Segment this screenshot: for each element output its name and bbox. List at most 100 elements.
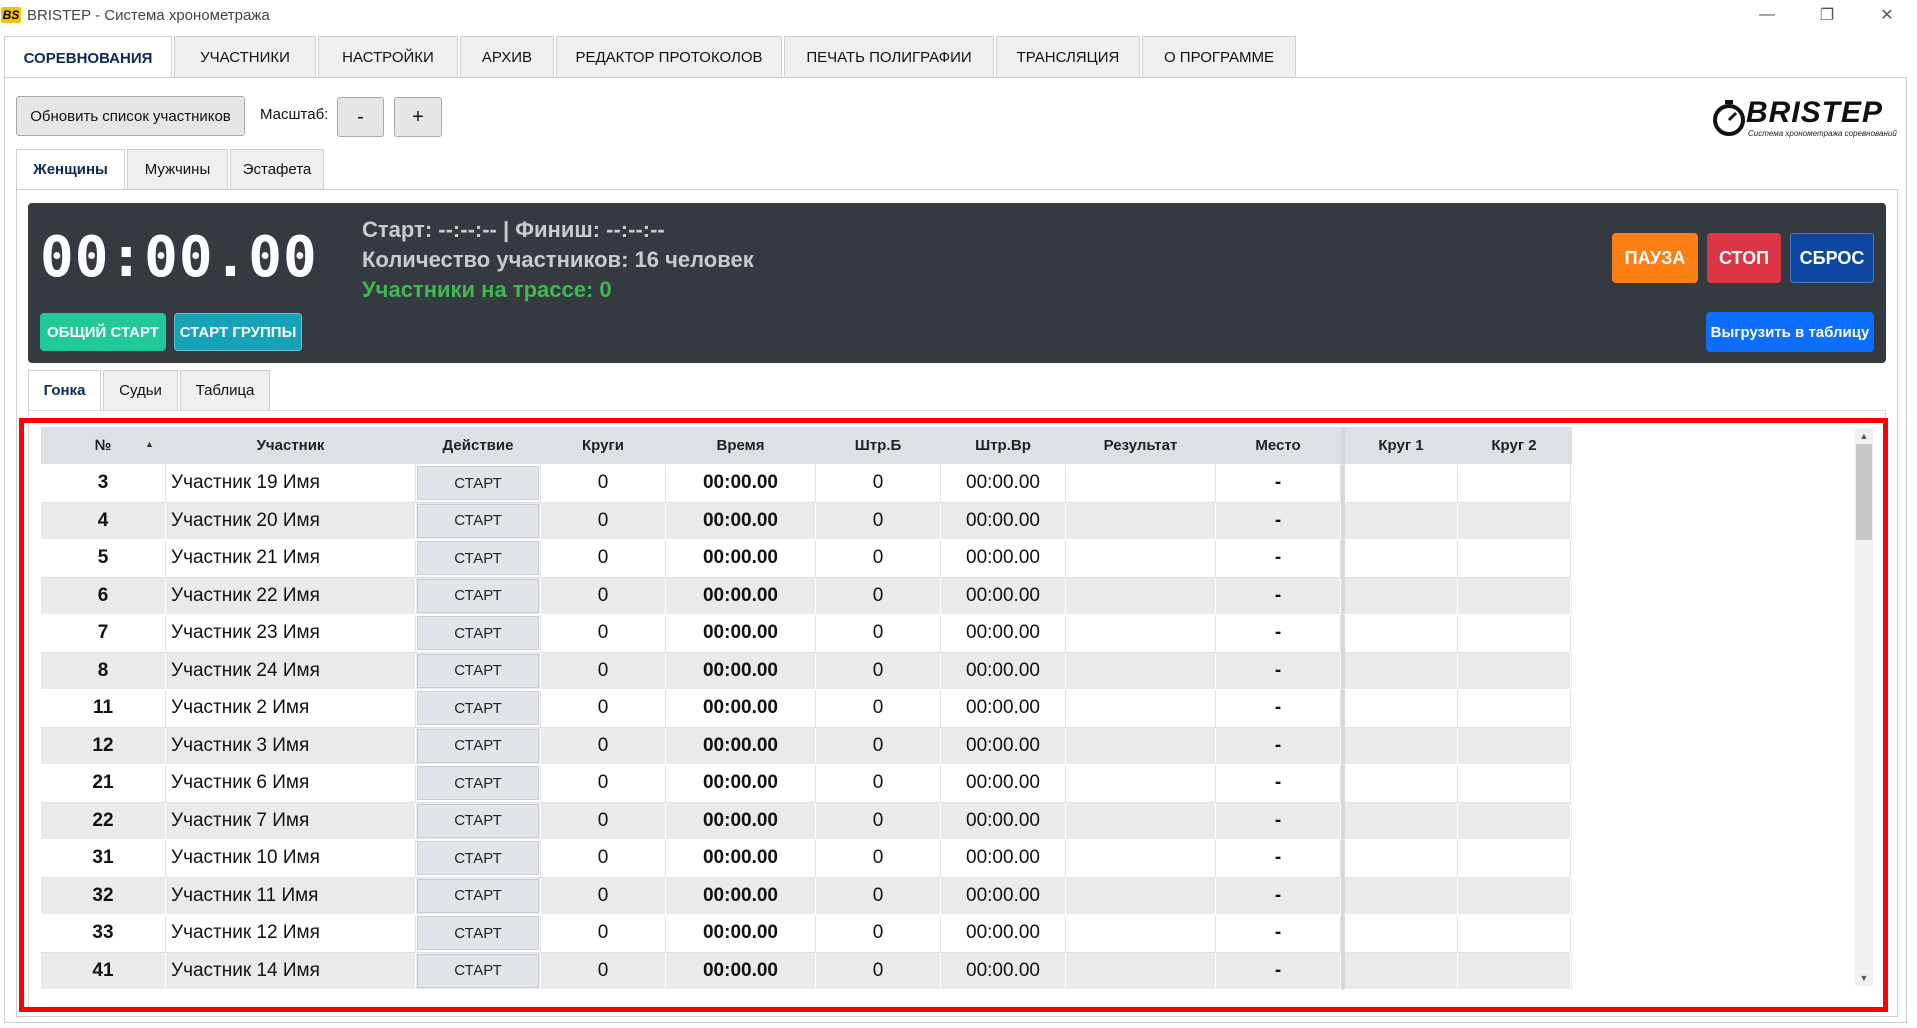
cell-lap1[interactable]	[1341, 727, 1458, 765]
cell-penalty-time[interactable]: 00:00.00	[941, 540, 1066, 578]
cell-lap1[interactable]	[1341, 765, 1458, 803]
cell-lap2[interactable]	[1458, 652, 1571, 690]
cell-number[interactable]: 22	[41, 802, 166, 840]
cell-participant[interactable]: Участник 11 Имя	[166, 877, 416, 915]
column-header-lap1[interactable]: Круг 1	[1341, 427, 1458, 465]
general-start-button[interactable]: ОБЩИЙ СТАРТ	[40, 313, 166, 351]
table-row[interactable]: 7 Участник 23 Имя СТАРТ 0 00:00.00 0 00:00.00-	[41, 615, 1572, 653]
cell-time[interactable]: 00:00.00	[666, 840, 816, 878]
cell-lap2[interactable]	[1458, 952, 1571, 990]
cell-penalty[interactable]: 0	[816, 465, 941, 503]
cell-place[interactable]: -	[1216, 615, 1341, 653]
cell-result[interactable]	[1066, 690, 1216, 728]
tab-men[interactable]: Мужчины	[127, 149, 228, 189]
cell-result[interactable]	[1066, 652, 1216, 690]
pause-button[interactable]: ПАУЗА	[1612, 233, 1698, 283]
cell-number[interactable]: 33	[41, 915, 166, 953]
row-start-button[interactable]: СТАРТ	[417, 541, 539, 576]
row-start-button[interactable]: СТАРТ	[417, 766, 539, 801]
tab-about[interactable]: О ПРОГРАММЕ	[1142, 36, 1296, 78]
tab-protocol-editor[interactable]: РЕДАКТОР ПРОТОКОЛОВ	[556, 36, 782, 78]
cell-lap1[interactable]	[1341, 840, 1458, 878]
cell-participant[interactable]: Участник 12 Имя	[166, 915, 416, 953]
cell-penalty[interactable]: 0	[816, 765, 941, 803]
row-start-button[interactable]: СТАРТ	[417, 953, 539, 988]
cell-number[interactable]: 12	[41, 727, 166, 765]
cell-result[interactable]	[1066, 915, 1216, 953]
cell-penalty[interactable]: 0	[816, 502, 941, 540]
scroll-down-icon[interactable]: ▼	[1855, 970, 1873, 986]
cell-place[interactable]: -	[1216, 727, 1341, 765]
cell-time[interactable]: 00:00.00	[666, 652, 816, 690]
cell-place[interactable]: -	[1216, 952, 1341, 990]
grid-vertical-scrollbar[interactable]: ▲ ▼	[1855, 428, 1873, 986]
cell-laps[interactable]: 0	[541, 802, 666, 840]
cell-participant[interactable]: Участник 2 Имя	[166, 690, 416, 728]
cell-laps[interactable]: 0	[541, 652, 666, 690]
cell-number[interactable]: 32	[41, 877, 166, 915]
cell-lap2[interactable]	[1458, 915, 1571, 953]
cell-lap1[interactable]	[1341, 502, 1458, 540]
row-start-button[interactable]: СТАРТ	[417, 803, 539, 838]
cell-penalty[interactable]: 0	[816, 652, 941, 690]
table-row[interactable]: 32 Участник 11 Имя СТАРТ 0 00:00.00 0 00:00.00…	[41, 877, 1572, 915]
row-start-button[interactable]: СТАРТ	[417, 578, 539, 613]
cell-place[interactable]: -	[1216, 877, 1341, 915]
column-header-laps[interactable]: Круги	[541, 427, 666, 465]
cell-place[interactable]: -	[1216, 577, 1341, 615]
cell-penalty-time[interactable]: 00:00.00	[941, 802, 1066, 840]
cell-penalty[interactable]: 0	[816, 952, 941, 990]
cell-number[interactable]: 31	[41, 840, 166, 878]
cell-laps[interactable]: 0	[541, 727, 666, 765]
cell-penalty-time[interactable]: 00:00.00	[941, 465, 1066, 503]
scroll-thumb[interactable]	[1856, 444, 1872, 540]
column-header-participant[interactable]: Участник	[166, 427, 416, 465]
cell-result[interactable]	[1066, 802, 1216, 840]
column-header-lap2[interactable]: Круг 2	[1458, 427, 1571, 465]
cell-penalty[interactable]: 0	[816, 802, 941, 840]
cell-lap1[interactable]	[1341, 915, 1458, 953]
row-start-button[interactable]: СТАРТ	[417, 616, 539, 651]
cell-lap2[interactable]	[1458, 802, 1571, 840]
cell-laps[interactable]: 0	[541, 690, 666, 728]
cell-lap2[interactable]	[1458, 765, 1571, 803]
cell-time[interactable]: 00:00.00	[666, 615, 816, 653]
cell-lap1[interactable]	[1341, 465, 1458, 503]
row-start-button[interactable]: СТАРТ	[417, 466, 539, 501]
cell-lap2[interactable]	[1458, 465, 1571, 503]
cell-penalty[interactable]: 0	[816, 727, 941, 765]
cell-result[interactable]	[1066, 577, 1216, 615]
cell-lap1[interactable]	[1341, 652, 1458, 690]
table-row[interactable]: 8 Участник 24 Имя СТАРТ 0 00:00.00 0 00:00.00-	[41, 652, 1572, 690]
cell-penalty[interactable]: 0	[816, 877, 941, 915]
tab-race[interactable]: Гонка	[28, 370, 101, 410]
cell-participant[interactable]: Участник 3 Имя	[166, 727, 416, 765]
zoom-in-button[interactable]: +	[394, 97, 442, 137]
cell-lap2[interactable]	[1458, 577, 1571, 615]
cell-laps[interactable]: 0	[541, 915, 666, 953]
minimize-icon[interactable]: —	[1737, 0, 1797, 30]
tab-settings[interactable]: НАСТРОЙКИ	[318, 36, 458, 78]
cell-penalty[interactable]: 0	[816, 915, 941, 953]
cell-number[interactable]: 6	[41, 577, 166, 615]
cell-number[interactable]: 8	[41, 652, 166, 690]
cell-laps[interactable]: 0	[541, 502, 666, 540]
cell-laps[interactable]: 0	[541, 765, 666, 803]
cell-penalty[interactable]: 0	[816, 690, 941, 728]
cell-lap2[interactable]	[1458, 840, 1571, 878]
cell-time[interactable]: 00:00.00	[666, 465, 816, 503]
cell-lap1[interactable]	[1341, 802, 1458, 840]
cell-result[interactable]	[1066, 502, 1216, 540]
cell-penalty-time[interactable]: 00:00.00	[941, 952, 1066, 990]
cell-number[interactable]: 21	[41, 765, 166, 803]
cell-lap1[interactable]	[1341, 690, 1458, 728]
tab-table[interactable]: Таблица	[180, 370, 270, 410]
cell-time[interactable]: 00:00.00	[666, 577, 816, 615]
row-start-button[interactable]: СТАРТ	[417, 878, 539, 913]
cell-place[interactable]: -	[1216, 765, 1341, 803]
cell-penalty[interactable]: 0	[816, 577, 941, 615]
cell-penalty[interactable]: 0	[816, 615, 941, 653]
row-start-button[interactable]: СТАРТ	[417, 691, 539, 726]
table-row[interactable]: 3 Участник 19 Имя СТАРТ 0 00:00.00 0 00:00.00-	[41, 465, 1572, 503]
tab-relay[interactable]: Эстафета	[230, 149, 324, 189]
